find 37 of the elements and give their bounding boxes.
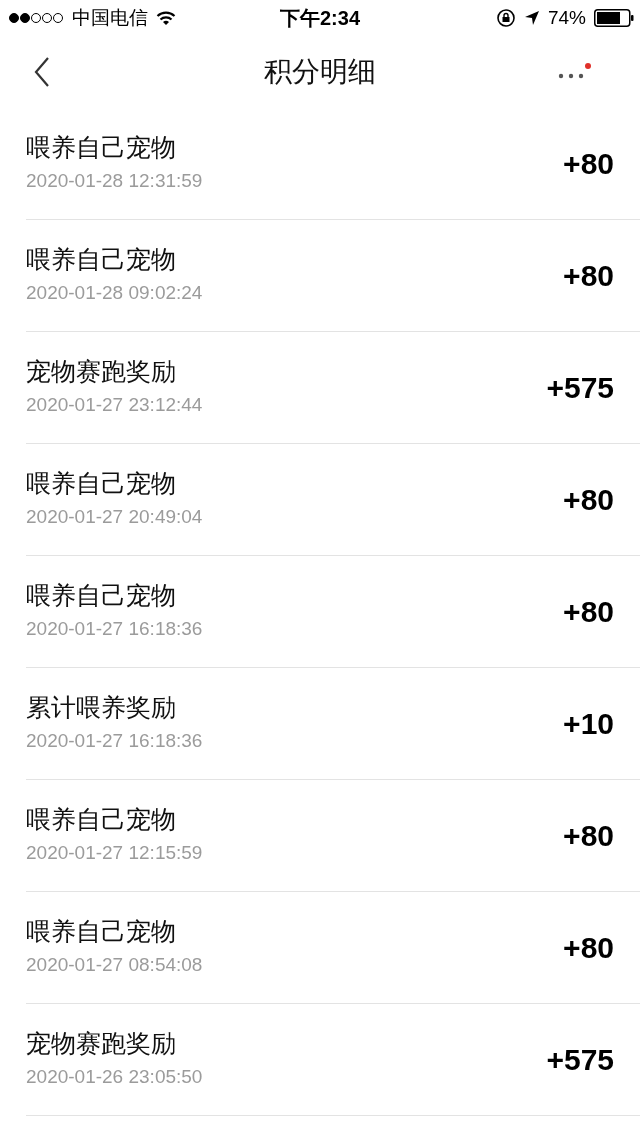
points-value: +80 [563, 482, 614, 517]
rotation-lock-icon [495, 8, 516, 28]
record-title: 宠物赛跑奖励 [26, 1028, 177, 1059]
page-title: 积分明细 [264, 55, 376, 89]
carrier-name: 中国电信 [72, 6, 148, 30]
wifi-icon [156, 10, 176, 26]
record-time: 2020-01-27 16:18:36 [26, 618, 203, 640]
points-value: +575 [546, 370, 614, 405]
back-button[interactable] [34, 57, 50, 87]
points-value: +575 [546, 1042, 614, 1077]
points-value: +80 [563, 930, 614, 965]
points-value: +10 [563, 706, 614, 741]
record-time: 2020-01-27 08:54:08 [26, 954, 203, 976]
record-title: 宠物赛跑奖励 [26, 356, 177, 387]
status-time: 下午2:34 [280, 5, 360, 31]
record-title: 喂养自己宠物 [26, 804, 177, 835]
record-time: 2020-01-28 12:31:59 [26, 170, 203, 192]
record-time: 2020-01-28 09:02:24 [26, 282, 203, 304]
points-value: +80 [563, 146, 614, 181]
location-icon [523, 10, 540, 26]
record-title: 累计喂养奖励 [26, 692, 177, 723]
battery-icon [594, 9, 634, 27]
battery-percent: 74% [547, 7, 586, 29]
signal-icon [8, 12, 64, 24]
record-time: 2020-01-27 16:18:36 [26, 730, 203, 752]
record-title: 喂养自己宠物 [26, 580, 177, 611]
record-title: 喂养自己宠物 [26, 916, 177, 947]
record-time: 2020-01-27 20:49:04 [26, 506, 203, 528]
record-title: 喂养自己宠物 [26, 244, 177, 275]
record-title: 喂养自己宠物 [26, 468, 177, 499]
record-time: 2020-01-27 12:15:59 [26, 842, 203, 864]
record-time: 2020-01-27 23:12:44 [26, 394, 203, 416]
points-value: +80 [563, 818, 614, 853]
record-time: 2020-01-26 23:05:50 [26, 1066, 203, 1088]
points-value: +80 [563, 594, 614, 629]
points-value: +80 [563, 258, 614, 293]
record-title: 喂养自己宠物 [26, 132, 177, 163]
